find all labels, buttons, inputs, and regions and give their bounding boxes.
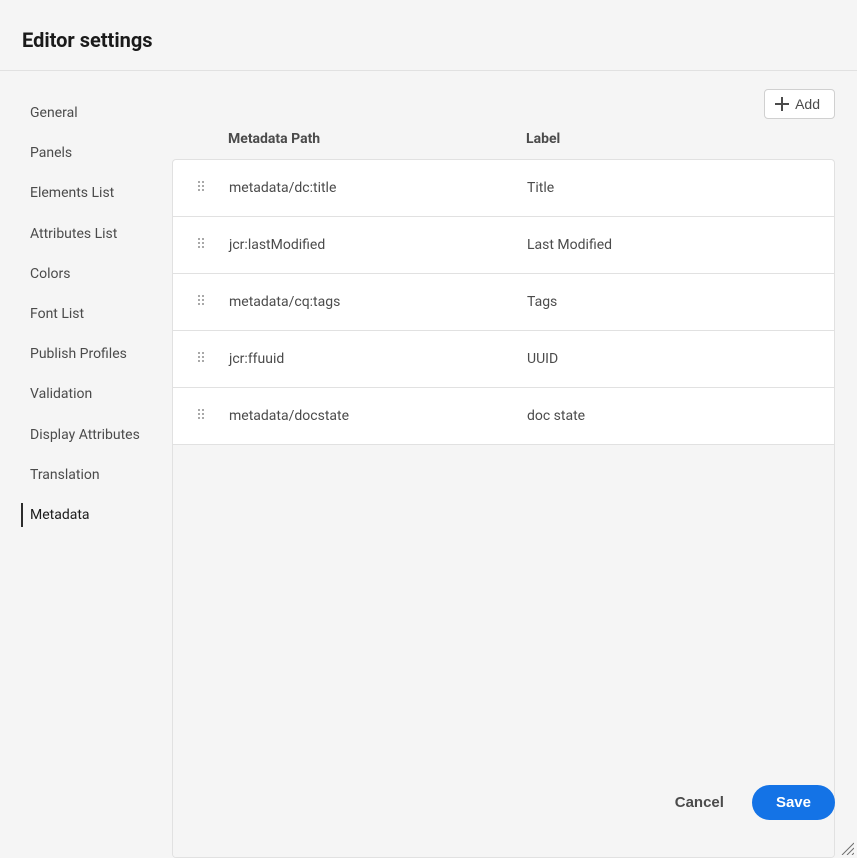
sidebar-item-label: General: [30, 105, 78, 121]
dialog-header: Editor settings: [0, 0, 857, 71]
drag-handle-icon[interactable]: [173, 352, 229, 366]
sidebar-item-publish-profiles[interactable]: Publish Profiles: [22, 334, 172, 374]
table-header: Metadata Path Label: [172, 131, 835, 159]
table-row[interactable]: metadata/docstate doc state: [173, 388, 834, 445]
cancel-button[interactable]: Cancel: [671, 786, 728, 819]
sidebar-item-label: Display Attributes: [30, 427, 140, 443]
table-row[interactable]: jcr:lastModified Last Modified: [173, 217, 834, 274]
sidebar-item-label: Validation: [30, 386, 92, 402]
drag-handle-icon[interactable]: [173, 181, 229, 195]
sidebar-item-font-list[interactable]: Font List: [22, 294, 172, 334]
sidebar-item-label: Metadata: [30, 507, 90, 523]
cell-metadata-path: metadata/cq:tags: [229, 294, 527, 310]
cell-label: doc state: [527, 408, 834, 424]
cell-metadata-path: jcr:lastModified: [229, 237, 527, 253]
table-row[interactable]: metadata/cq:tags Tags: [173, 274, 834, 331]
sidebar-item-label: Translation: [30, 467, 100, 483]
metadata-table: Metadata Path Label metadata/dc:title Ti…: [172, 131, 835, 858]
settings-sidebar: General Panels Elements List Attributes …: [0, 71, 172, 858]
drag-handle-icon[interactable]: [173, 238, 229, 252]
sidebar-item-elements-list[interactable]: Elements List: [22, 173, 172, 213]
cell-label: Tags: [527, 294, 834, 310]
add-button[interactable]: Add: [764, 89, 835, 119]
drag-handle-icon[interactable]: [173, 409, 229, 423]
column-header-path: Metadata Path: [228, 131, 526, 147]
sidebar-item-label: Panels: [30, 145, 72, 161]
sidebar-item-display-attributes[interactable]: Display Attributes: [22, 415, 172, 455]
sidebar-item-label: Colors: [30, 266, 70, 282]
main-panel: Add Metadata Path Label metadata/dc:titl…: [172, 71, 857, 858]
sidebar-item-validation[interactable]: Validation: [22, 374, 172, 414]
sidebar-item-panels[interactable]: Panels: [22, 133, 172, 173]
sidebar-item-metadata[interactable]: Metadata: [22, 495, 172, 535]
table-row[interactable]: jcr:ffuuid UUID: [173, 331, 834, 388]
cell-label: UUID: [527, 351, 834, 367]
sidebar-item-colors[interactable]: Colors: [22, 254, 172, 294]
sidebar-item-label: Font List: [30, 306, 84, 322]
sidebar-item-label: Publish Profiles: [30, 346, 127, 362]
table-body: metadata/dc:title Title jcr:lastModified…: [172, 159, 835, 858]
drag-handle-icon[interactable]: [173, 295, 229, 309]
save-button[interactable]: Save: [752, 785, 835, 820]
cell-label: Title: [527, 180, 834, 196]
sidebar-item-translation[interactable]: Translation: [22, 455, 172, 495]
cell-metadata-path: jcr:ffuuid: [229, 351, 527, 367]
cell-metadata-path: metadata/dc:title: [229, 180, 527, 196]
sidebar-item-attributes-list[interactable]: Attributes List: [22, 214, 172, 254]
plus-icon: [775, 97, 789, 111]
dialog-footer: Cancel Save: [671, 785, 835, 820]
table-row[interactable]: metadata/dc:title Title: [173, 160, 834, 217]
cell-metadata-path: metadata/docstate: [229, 408, 527, 424]
sidebar-item-label: Attributes List: [30, 226, 117, 242]
sidebar-item-label: Elements List: [30, 185, 114, 201]
add-button-label: Add: [795, 96, 820, 112]
column-header-label: Label: [526, 131, 835, 147]
cell-label: Last Modified: [527, 237, 834, 253]
sidebar-item-general[interactable]: General: [22, 93, 172, 133]
page-title: Editor settings: [22, 28, 835, 52]
